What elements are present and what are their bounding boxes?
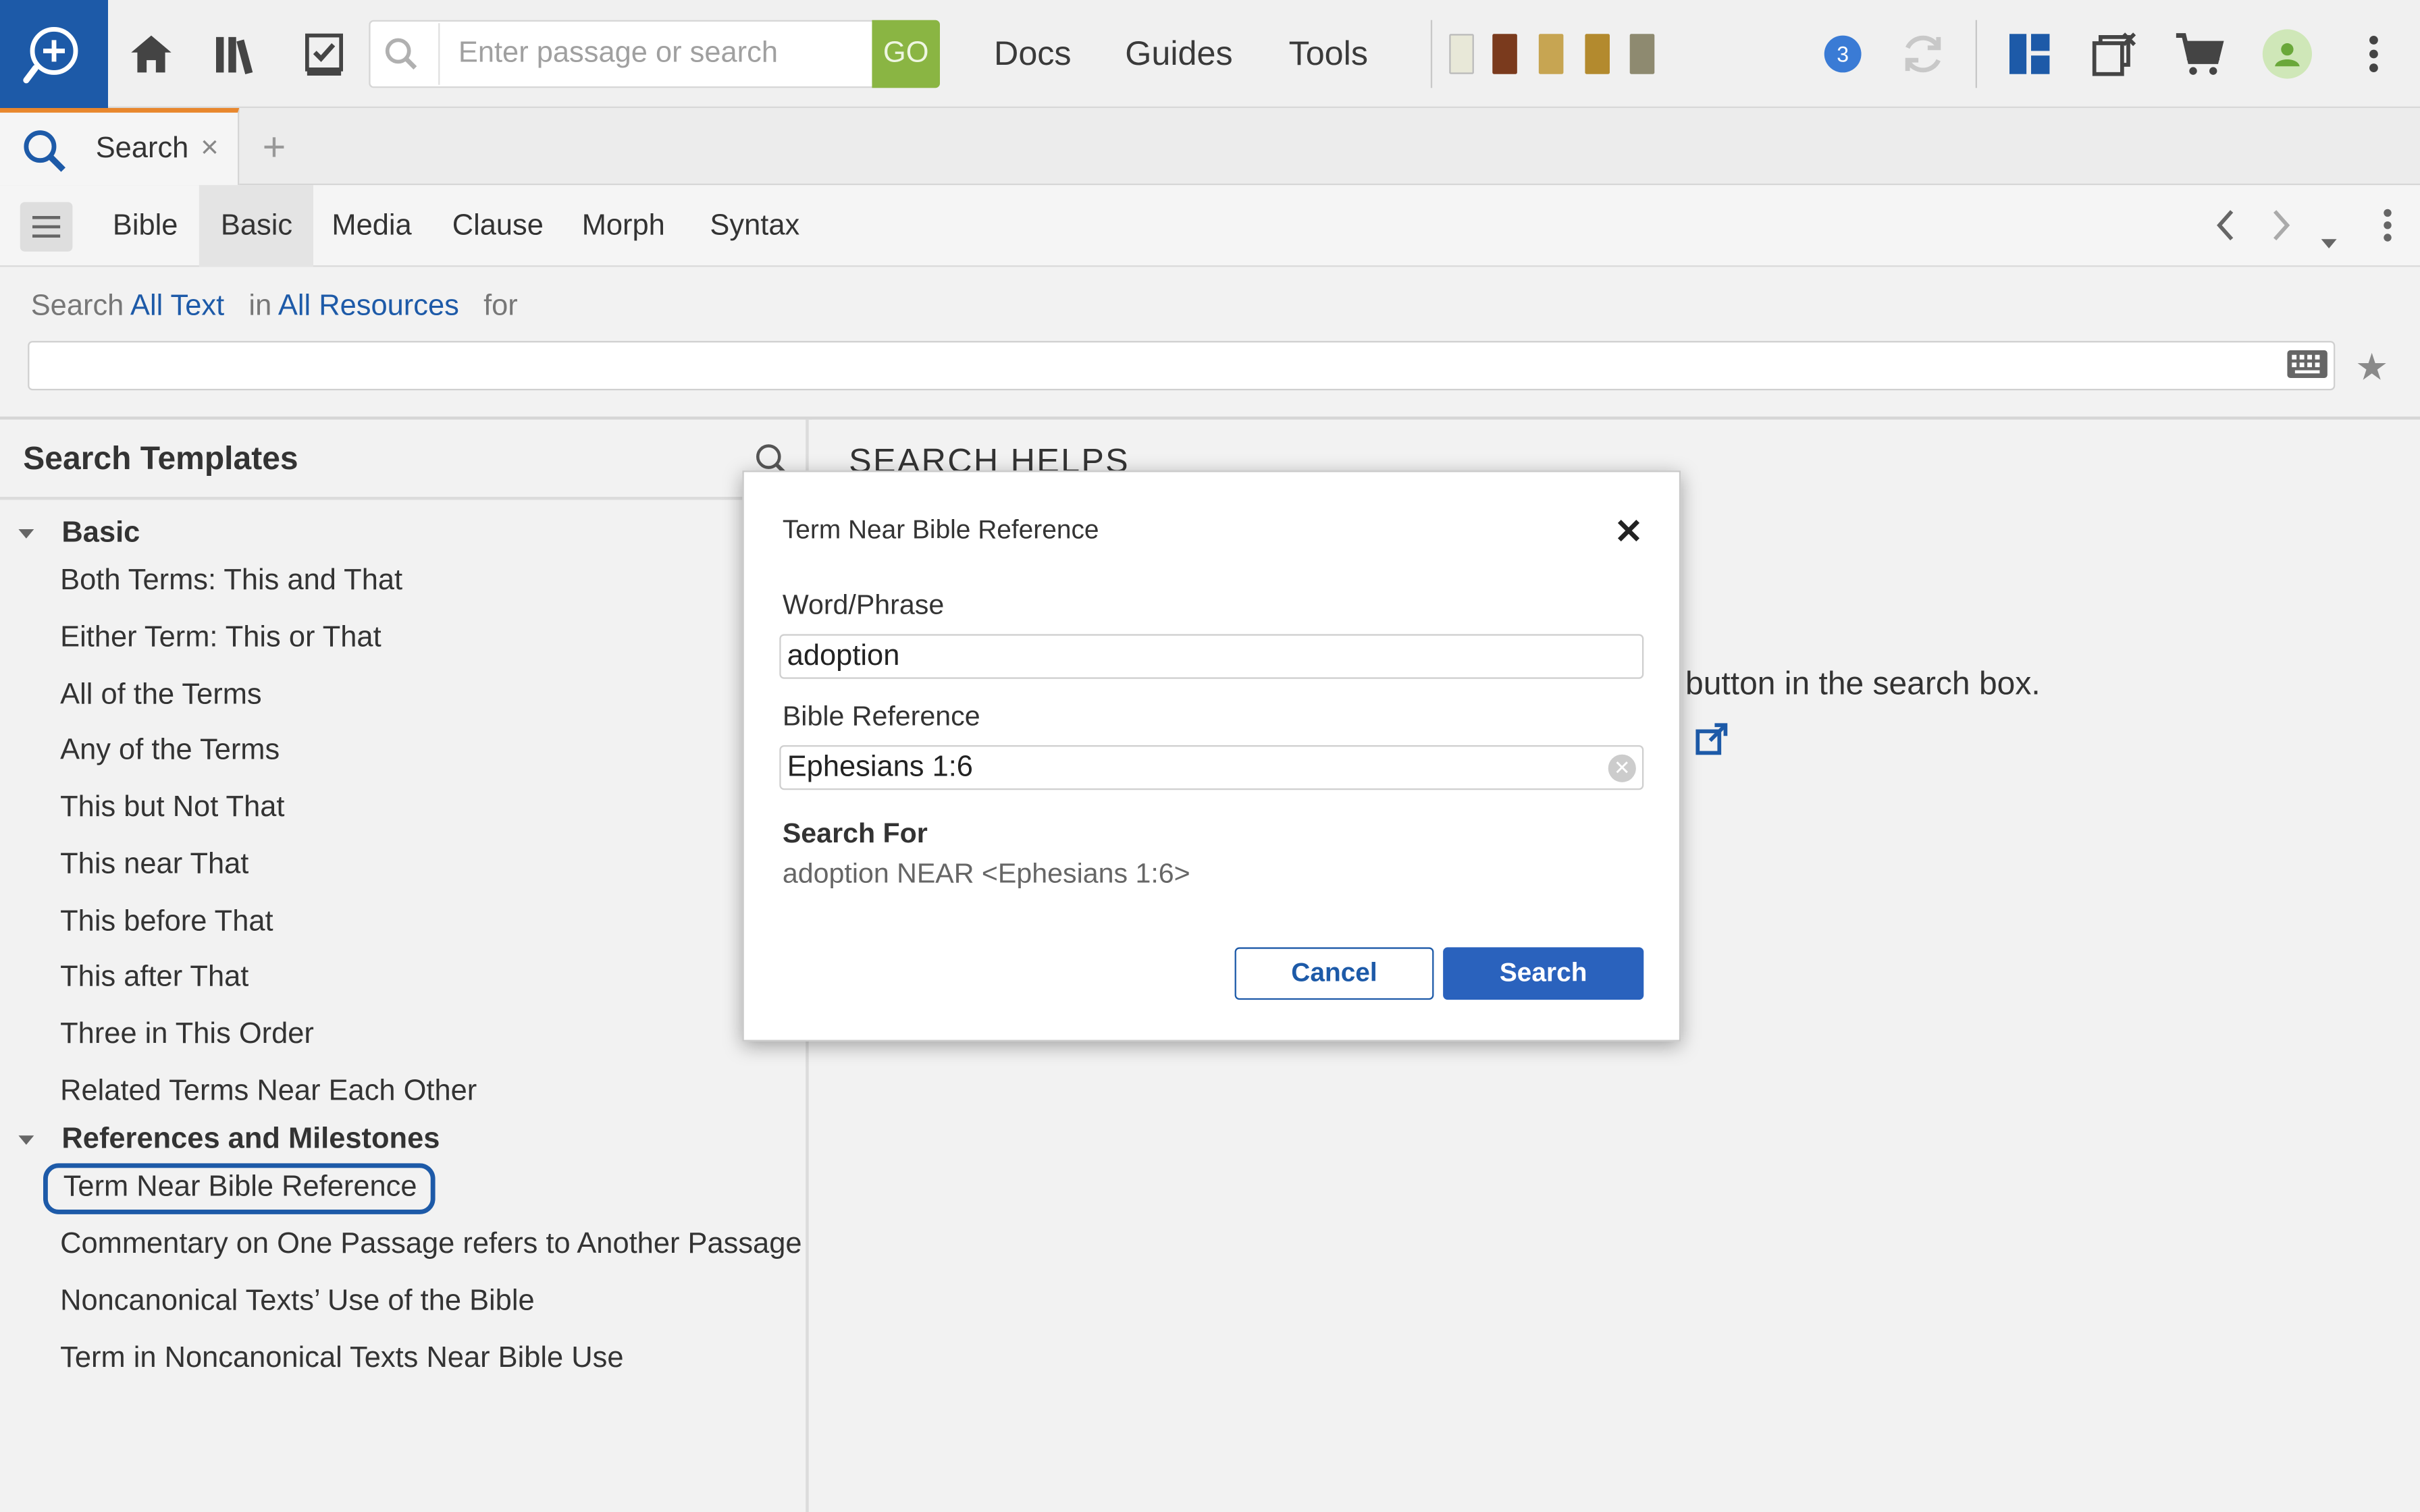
tab-clause[interactable]: Clause <box>431 185 565 267</box>
search-query-input[interactable] <box>29 342 2334 389</box>
go-button[interactable]: GO <box>872 20 941 88</box>
search-for-label: Search For <box>782 817 928 849</box>
template-item[interactable]: Either Term: This or That <box>60 622 382 655</box>
go-search-input[interactable] <box>438 23 864 85</box>
for-label: for <box>483 290 518 323</box>
template-item[interactable]: Related Terms Near Each Other <box>60 1075 477 1109</box>
external-link-icon[interactable] <box>1695 722 1729 764</box>
recent-book-1[interactable] <box>1449 34 1474 74</box>
group-references-milestones[interactable]: References and Milestones <box>61 1123 440 1157</box>
resources-selector[interactable]: All Resources <box>278 290 459 323</box>
recent-book-2[interactable] <box>1492 34 1517 74</box>
checklist-icon[interactable] <box>296 26 352 82</box>
search-type-toolbar: Bible Basic Media Clause Morph Syntax <box>0 185 2420 267</box>
template-item[interactable]: Noncanonical Texts’ Use of the Bible <box>60 1285 535 1319</box>
add-tab-button[interactable]: + <box>263 124 286 171</box>
logos-search-logo[interactable] <box>0 0 108 108</box>
dialog-title: Term Near Bible Reference <box>782 515 1099 545</box>
word-phrase-label: Word/Phrase <box>782 589 945 620</box>
template-item[interactable]: Term in Noncanonical Texts Near Bible Us… <box>60 1343 623 1376</box>
search-logo-icon <box>23 27 78 84</box>
bible-reference-field: ✕ <box>779 745 1644 790</box>
layouts-icon[interactable] <box>2002 26 2057 82</box>
term-near-reference-dialog: Term Near Bible Reference ✕ Word/Phrase … <box>742 470 1681 1042</box>
close-icon[interactable]: ✕ <box>1614 512 1643 552</box>
bible-reference-input[interactable] <box>781 747 1642 788</box>
template-item[interactable]: Any of the Terms <box>60 734 280 768</box>
template-item[interactable]: This but Not That <box>60 792 284 826</box>
favorite-star-icon[interactable]: ★ <box>2355 346 2388 390</box>
back-arrow-icon[interactable] <box>2213 207 2238 253</box>
templates-title: Search Templates <box>23 441 298 477</box>
keyboard-icon[interactable] <box>2286 349 2329 387</box>
history-dropdown-icon[interactable] <box>2319 219 2338 259</box>
tab-search[interactable]: Search × <box>0 108 240 186</box>
scope-selector[interactable]: All Text <box>130 290 224 323</box>
library-icon[interactable] <box>210 26 265 82</box>
tab-media[interactable]: Media <box>310 185 433 267</box>
group-basic[interactable]: Basic <box>61 517 140 551</box>
search-for-value: adoption NEAR <Ephesians 1:6> <box>782 857 1190 889</box>
template-item[interactable]: This near That <box>60 848 248 882</box>
template-item[interactable]: This before That <box>60 906 273 940</box>
recent-book-4[interactable] <box>1585 34 1610 74</box>
toolbar-divider <box>1975 20 1978 88</box>
word-phrase-input[interactable] <box>781 635 1642 678</box>
clear-field-icon[interactable]: ✕ <box>1608 754 1636 782</box>
close-tab-icon[interactable]: × <box>201 131 219 167</box>
in-label: in <box>248 290 272 323</box>
sync-icon[interactable] <box>1895 26 1951 82</box>
app-toolbar: GO Docs Guides Tools 3 <box>0 0 2420 108</box>
recent-book-3[interactable] <box>1538 34 1564 74</box>
cancel-button[interactable]: Cancel <box>1234 947 1434 1000</box>
panel-tab-strip: Search × + <box>0 108 2420 186</box>
menu-tools[interactable]: Tools <box>1289 34 1368 74</box>
more-menu-icon[interactable] <box>2346 26 2401 82</box>
cart-icon[interactable] <box>2172 26 2227 82</box>
tab-label: Search <box>95 132 189 165</box>
template-item[interactable]: Commentary on One Passage refers to Anot… <box>60 1228 801 1262</box>
forward-arrow-icon[interactable] <box>2269 207 2294 253</box>
recent-book-5[interactable] <box>1629 34 1655 74</box>
bible-reference-label: Bible Reference <box>782 700 980 732</box>
tab-morph[interactable]: Morph <box>560 185 687 267</box>
user-icon <box>2275 43 2300 67</box>
collapse-references-icon[interactable] <box>18 1135 34 1145</box>
tab-bible[interactable]: Bible <box>91 185 200 267</box>
word-phrase-field <box>779 634 1644 679</box>
tab-basic[interactable]: Basic <box>199 185 315 267</box>
search-button[interactable]: Search <box>1443 947 1644 1000</box>
template-item[interactable]: Both Terms: This and That <box>60 565 402 599</box>
notification-badge[interactable]: 3 <box>1824 35 1862 73</box>
template-item[interactable]: All of the Terms <box>60 679 262 713</box>
template-item[interactable]: Three in This Order <box>60 1019 314 1052</box>
templates-divider <box>0 497 806 500</box>
menu-docs[interactable]: Docs <box>994 34 1072 74</box>
tab-syntax[interactable]: Syntax <box>688 185 821 267</box>
search-query-box <box>28 341 2336 391</box>
search-icon <box>385 38 417 70</box>
search-templates-panel: Search Templates Basic Both Terms: This … <box>0 419 809 1512</box>
template-item[interactable]: This after That <box>60 961 248 995</box>
home-icon[interactable] <box>124 26 179 82</box>
search-scope-line: Search All Text in All Resources for <box>31 290 518 324</box>
user-avatar[interactable] <box>2262 29 2313 79</box>
panel-menu-button[interactable] <box>20 202 73 252</box>
search-icon <box>24 130 65 172</box>
search-prefix: Search <box>30 290 124 323</box>
close-panels-icon[interactable] <box>2086 26 2142 82</box>
template-item-selected[interactable]: Term Near Bible Reference <box>43 1163 436 1214</box>
helps-text: button in the search box. <box>1685 666 2041 702</box>
collapse-basic-icon[interactable] <box>18 529 34 539</box>
panel-options-icon[interactable] <box>2382 207 2394 253</box>
toolbar-divider <box>1430 20 1433 88</box>
menu-guides[interactable]: Guides <box>1125 34 1232 74</box>
go-search-box: GO <box>369 20 941 88</box>
